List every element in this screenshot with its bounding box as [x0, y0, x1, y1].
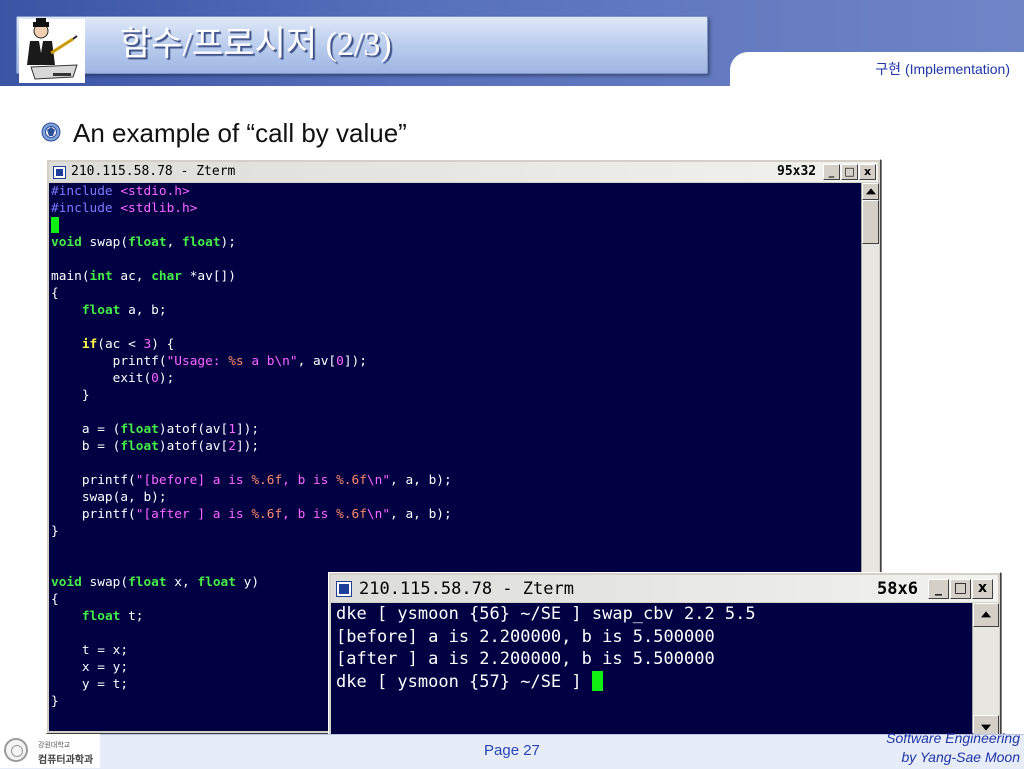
title-box: 함수/프로시저 (2/3) [16, 16, 708, 83]
code-line-28: t = x; [51, 643, 129, 658]
terminal-window-icon [336, 581, 352, 597]
page-number: Page 27 [484, 742, 540, 759]
code-line-21: } [51, 524, 59, 539]
footer-course: Software Engineering [886, 730, 1020, 746]
code-line-2: #include <stdlib.h> [51, 201, 198, 216]
code-line-29: x = y; [51, 660, 129, 675]
code-line-26: float t; [81, 609, 144, 624]
code-line-3 [51, 217, 59, 234]
maximize-button[interactable]: □ [841, 164, 858, 180]
code-line-19: swap(a, b); [51, 490, 167, 505]
code-line-12: exit(0); [51, 371, 175, 386]
footer-department: 컴퓨터과학과 [38, 755, 94, 766]
code-line-31: } [51, 694, 59, 709]
code-line-24: void swap(float x, float y) [51, 575, 260, 590]
close-button[interactable]: x [972, 579, 993, 599]
editor-titlebar[interactable]: 210.115.58.78 - Zterm 95x32 _ □ x [49, 162, 878, 182]
section-tab-label: 구현 (Implementation) [875, 61, 1010, 77]
output-terminal-window[interactable]: 210.115.58.78 - Zterm 58x6 _ □ x dke [ y… [328, 572, 1001, 742]
code-line-20: printf("[after ] a is %.6f, b is %.6f\n"… [51, 507, 452, 522]
scroll-up-button[interactable] [862, 183, 879, 200]
code-line-18: printf("[before] a is %.6f, b is %.6f\n"… [51, 473, 452, 488]
terminal-window-icon [53, 166, 66, 179]
footer-author: by Yang-Sae Moon [901, 749, 1020, 765]
scroll-up-button[interactable] [973, 603, 999, 627]
editor-window-title: 210.115.58.78 - Zterm [71, 164, 236, 179]
code-line-30: y = t; [51, 677, 129, 692]
editor-cursor [51, 217, 59, 233]
close-button[interactable]: x [859, 164, 876, 180]
code-line-4: void swap(float, float); [51, 235, 236, 250]
footer-university: 강원대학교 [38, 742, 71, 749]
arrow-up-icon [981, 611, 991, 618]
code-line-7: { [51, 286, 59, 301]
output-titlebar[interactable]: 210.115.58.78 - Zterm 58x6 _ □ x [331, 575, 998, 602]
code-line-16: b = (float)atof(av[2]); [51, 439, 260, 454]
code-line-1: #include <stdio.h> [51, 184, 190, 199]
code-line-8: float a, b; [81, 303, 167, 318]
maximize-button[interactable]: □ [950, 579, 971, 599]
code-line-6: main(int ac, char *av[]) [51, 269, 236, 284]
slide-header: 함수/프로시저 (2/3) 구현 (Implementation) [0, 0, 1024, 86]
minimize-button[interactable]: _ [928, 579, 949, 599]
scroll-thumb[interactable] [862, 200, 879, 244]
output-line-1: dke [ ysmoon {56} ~/SE ] swap_cbv 2.2 5.… [336, 604, 756, 624]
code-line-13: } [51, 388, 90, 403]
bullet-text: An example of “call by value” [73, 118, 407, 148]
output-window-title: 210.115.58.78 - Zterm [359, 579, 574, 599]
bullet-emblem-icon [41, 122, 61, 142]
editor-window-size: 95x32 [777, 164, 817, 179]
university-seal-icon [4, 738, 28, 762]
minimize-button[interactable]: _ [823, 164, 840, 180]
output-line-3: [after ] a is 2.200000, b is 5.500000 [336, 649, 715, 669]
output-terminal-content[interactable]: dke [ ysmoon {56} ~/SE ] swap_cbv 2.2 5.… [331, 603, 972, 739]
slide-title: 함수/프로시저 (2/3) [120, 26, 392, 63]
output-cursor [591, 670, 603, 691]
arrow-up-icon [865, 187, 876, 194]
section-tab: 구현 (Implementation) [730, 52, 1024, 86]
writer-figure-icon [19, 18, 85, 83]
code-line-11: printf("Usage: %s a b\n", av[0]); [51, 354, 367, 369]
output-scrollbar[interactable] [972, 603, 999, 739]
code-line-25: { [51, 592, 59, 607]
code-line-10: if(ac < 3) { [81, 337, 175, 352]
output-line-4: dke [ ysmoon {57} ~/SE ] [336, 670, 603, 694]
output-window-size: 58x6 [877, 579, 918, 599]
code-line-15: a = (float)atof(av[1]); [51, 422, 260, 437]
output-line-2: [before] a is 2.200000, b is 5.500000 [336, 626, 715, 647]
